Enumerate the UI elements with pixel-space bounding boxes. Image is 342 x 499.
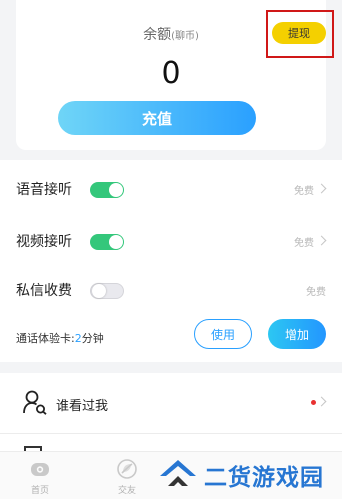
video-answer-toggle[interactable] [90,234,124,250]
video-answer-label: 视频接听 [16,234,72,250]
settings-row-video[interactable]: 视频接听 免费 [0,215,342,265]
settings-row-message[interactable]: 私信收费 免费 [0,264,342,314]
nav-item-social[interactable]: 交友 [107,456,147,496]
toggle-knob [109,183,123,197]
visitors-label: 谁看过我 [56,399,109,414]
site-watermark: 二货游戏园 [156,454,336,494]
watermark-text: 二货游戏园 [204,465,324,491]
chevron-right-icon [316,183,327,194]
next-row-partial [0,433,342,456]
trial-card-unit: 分钟 [81,332,104,345]
message-charge-label: 私信收费 [16,283,72,299]
visitors-row[interactable]: 谁看过我 [0,373,342,433]
call-settings-panel: 语音接听 免费 视频接听 免费 私信收费 免费 通话体验卡:2分钟 使用 增加 [0,160,342,362]
add-button[interactable]: 增加 [268,319,326,349]
toggle-knob [92,284,106,298]
home-icon [31,463,49,476]
voice-answer-price: 免费 [294,186,314,197]
settings-row-voice[interactable]: 语音接听 免费 [0,163,342,213]
nav-label-home: 首页 [30,486,49,496]
leaf-icon [117,459,137,479]
watermark-logo [160,460,196,486]
message-charge-toggle[interactable] [90,283,124,299]
balance-unit: (聊币) [171,31,199,42]
chevron-right-icon [316,396,327,407]
nav-label-social: 交友 [117,486,136,496]
voice-answer-toggle[interactable] [90,182,124,198]
video-answer-price: 免费 [294,238,314,249]
visitors-icon [23,390,47,415]
voice-answer-label: 语音接听 [16,182,72,198]
recharge-button[interactable]: 充值 [58,101,256,135]
chevron-right-icon [316,235,327,246]
balance-value: 0 [161,56,181,91]
trial-card-label: 通话体验卡: [16,332,75,345]
balance-label-text: 余额 [143,27,172,43]
toggle-knob [109,235,123,249]
trial-card-text: 通话体验卡:2分钟 [16,330,104,346]
message-charge-price: 免费 [306,287,326,298]
unread-dot [311,400,316,405]
use-button[interactable]: 使用 [194,319,252,349]
trial-card-minutes: 2 [74,332,82,345]
nav-item-home[interactable]: 首页 [20,456,60,496]
withdraw-button[interactable]: 提现 [272,22,326,44]
